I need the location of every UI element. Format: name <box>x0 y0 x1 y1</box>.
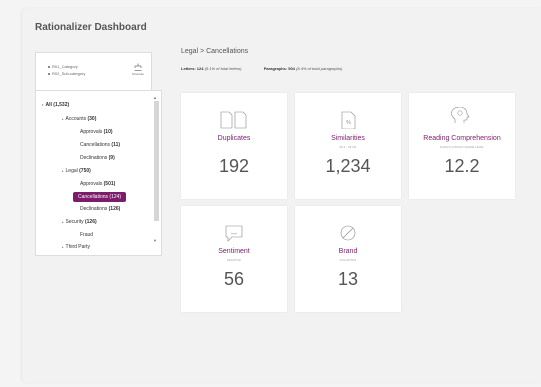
percent-doc-icon: % <box>341 111 356 129</box>
tree-item-count: (30) <box>87 116 97 122</box>
letters-value: 124 <box>196 66 204 71</box>
structure-line-subcategory-text: R02_Sub-category <box>52 71 86 76</box>
metric-title: Brand <box>338 248 358 255</box>
tree-item-legal-declinations[interactable]: Declinations (126) <box>80 206 120 213</box>
metric-value: 192 <box>218 156 250 176</box>
caret-right-icon: ▸ <box>62 220 64 224</box>
metric-card-sentiment[interactable]: Sentiment NEGATIVE 56 <box>181 206 287 312</box>
tree-item-label: Cancellations <box>78 194 109 200</box>
tree-item-count: (9) <box>108 155 115 161</box>
metric-subtitle: NEGATIVE <box>226 259 242 262</box>
tree-item-label: Declinations <box>80 206 108 212</box>
structure-card: R01_Category R02_Sub-category Structure <box>35 52 152 90</box>
letters-label: Letters: <box>181 66 196 71</box>
metric-title: Similarities <box>331 135 365 142</box>
metric-title: Sentiment <box>218 248 250 255</box>
caret-right-icon: ▸ <box>62 245 64 249</box>
metric-card-reading-comprehension[interactable]: Reading Comprehension FLESCH-KINCAID GRA… <box>409 93 515 199</box>
tree-item-count: (11) <box>111 142 121 148</box>
caret-right-icon: ▸ <box>62 169 64 173</box>
metric-title: Reading Comprehension <box>423 135 501 142</box>
brain-head-icon <box>451 107 470 123</box>
tree-item-count: (501) <box>103 181 116 187</box>
tree-item-label: All <box>45 102 52 108</box>
tree-item-count: (1,532) <box>53 102 70 108</box>
structure-line-subcategory: R02_Sub-category <box>48 71 85 76</box>
structure-button[interactable]: Structure <box>130 63 146 81</box>
letters-note: (8.1% of total letters) <box>204 66 242 71</box>
tree-item-accounts-cancellations[interactable]: Cancellations (11) <box>80 142 120 149</box>
tree-item-legal-approvals[interactable]: Approvals (501) <box>80 181 115 188</box>
category-tree: ▾ All (1,532) ▸ Accounts (30) Approvals (1… <box>35 90 162 256</box>
tree-item-accounts-approvals[interactable]: Approvals (10) <box>80 129 113 136</box>
scroll-down-arrow-icon[interactable]: ▼ <box>153 238 157 243</box>
tree-item-count: (126) <box>108 206 121 212</box>
tree-item-label: Legal <box>65 168 78 174</box>
metric-card-similarities[interactable]: % Similarities 80.0 - 99.0% 1,234 <box>295 93 401 199</box>
metric-value: 12.2 <box>444 156 480 176</box>
tree-item-count: (10) <box>103 129 113 135</box>
metric-value: 56 <box>223 269 245 289</box>
tree-item-count: (124) <box>109 194 122 200</box>
tree-item-legal[interactable]: ▸ Legal (750) <box>62 168 91 175</box>
svg-text:%: % <box>346 120 351 126</box>
tree-item-label: Declinations <box>80 155 108 161</box>
structure-line-category: R01_Category <box>48 64 78 69</box>
metric-card-duplicates[interactable]: Duplicates 192 <box>181 93 287 199</box>
tree-item-legal-cancellations[interactable]: Cancellations (124) <box>73 192 127 202</box>
paragraphs-note: (8.4% of total paragraphs) <box>296 66 343 71</box>
metric-value: 13 <box>337 269 359 289</box>
scroll-thumb[interactable] <box>154 101 159 221</box>
tree-item-label: Third Party <box>65 244 90 250</box>
tree-item-label: Fraud <box>80 232 94 238</box>
tree-item-label: Approvals <box>80 129 103 135</box>
metric-card-brand[interactable]: Brand VIOLATIONS 13 <box>295 206 401 312</box>
tree-item-label: Security <box>65 219 84 225</box>
metric-subtitle: VIOLATIONS <box>339 259 357 262</box>
metric-value: 1,234 <box>325 156 371 176</box>
scroll-up-arrow-icon[interactable]: ▲ <box>153 95 157 100</box>
caret-down-icon: ▾ <box>42 103 44 107</box>
metric-title: Duplicates <box>217 135 251 142</box>
paragraphs-label: Paragraphs: <box>263 66 288 71</box>
stats-line: Letters: 124 (8.1% of total letters) Par… <box>181 66 342 71</box>
tree-scrollbar[interactable]: ▲ ▼ <box>153 95 159 250</box>
paragraphs-value: 504 <box>288 66 295 71</box>
duplicate-docs-icon <box>220 111 247 129</box>
tree-item-label: Cancellations <box>80 142 111 148</box>
structure-line-category-text: R01_Category <box>52 64 78 69</box>
tree-item-accounts-declinations[interactable]: Declinations (9) <box>80 155 115 162</box>
tree-item-third-party[interactable]: ▸ Third Party <box>62 244 90 251</box>
tree-item-security[interactable]: ▸ Security (126) <box>62 219 97 226</box>
hierarchy-icon <box>134 63 142 71</box>
tree-item-accounts[interactable]: ▸ Accounts (30) <box>62 116 96 123</box>
tree-item-security-fraud[interactable]: Fraud <box>80 232 93 239</box>
structure-button-label: Structure <box>131 72 145 76</box>
metric-subtitle: 80.0 - 99.0% <box>339 146 357 149</box>
tree-item-label: Approvals <box>80 181 103 187</box>
tree-item-count: (750) <box>79 168 91 174</box>
metric-subtitle: FLESCH-KINCAID GRADE LEVEL <box>439 146 485 149</box>
breadcrumb: Legal > Cancellations <box>181 48 249 55</box>
caret-right-icon: ▸ <box>62 117 64 121</box>
tree-item-all[interactable]: ▾ All (1,532) <box>42 102 69 109</box>
tree-item-label: Accounts <box>65 116 87 122</box>
chat-smile-icon <box>225 225 243 242</box>
prohibited-icon <box>340 225 356 241</box>
app-title: Rationalizer Dashboard <box>35 22 147 33</box>
tree-item-count: (126) <box>84 219 97 225</box>
